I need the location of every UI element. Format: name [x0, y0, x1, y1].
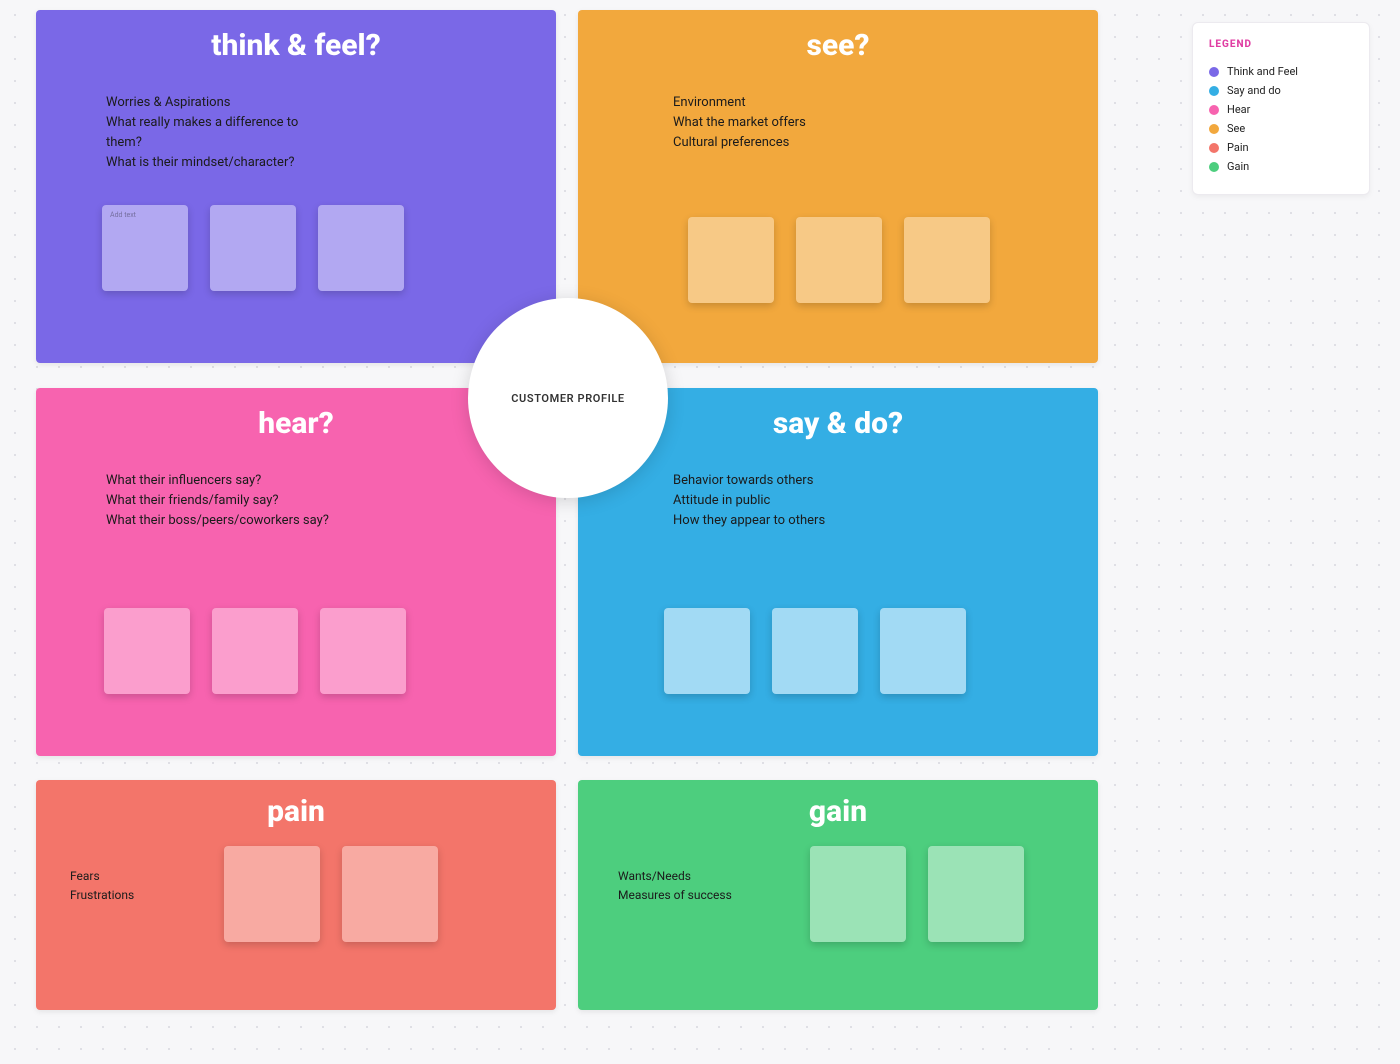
sticky-placeholder: Add text: [110, 211, 136, 219]
empathy-map-canvas[interactable]: think & feel? Worries & Aspirations What…: [36, 10, 1096, 1050]
quadrant-see[interactable]: see? Environment What the market offers …: [578, 10, 1098, 363]
sticky-note[interactable]: [772, 608, 858, 694]
legend-label: Say and do: [1227, 84, 1281, 97]
sticky-note[interactable]: [880, 608, 966, 694]
sticky-row: [104, 608, 406, 694]
prompt-line: Cultural preferences: [673, 133, 878, 153]
sticky-note[interactable]: [210, 205, 296, 291]
customer-profile-circle[interactable]: CUSTOMER PROFILE: [468, 298, 668, 498]
sticky-note[interactable]: [318, 205, 404, 291]
legend-item-see: See: [1209, 119, 1353, 138]
color-swatch-icon: [1209, 86, 1219, 96]
prompt-line: Worries & Aspirations: [106, 93, 336, 113]
quadrant-prompts: What their influencers say? What their f…: [36, 441, 336, 531]
legend-item-pain: Pain: [1209, 138, 1353, 157]
quadrant-title: think & feel?: [36, 10, 556, 63]
legend-item-gain: Gain: [1209, 157, 1353, 176]
color-swatch-icon: [1209, 67, 1219, 77]
legend-label: Think and Feel: [1227, 65, 1298, 78]
sticky-note[interactable]: [904, 217, 990, 303]
center-label: CUSTOMER PROFILE: [511, 392, 624, 405]
sticky-row: [664, 608, 966, 694]
sticky-note[interactable]: [212, 608, 298, 694]
sticky-note[interactable]: [664, 608, 750, 694]
quadrant-pain[interactable]: pain Fears Frustrations: [36, 780, 556, 1010]
legend-label: Pain: [1227, 141, 1249, 154]
legend-label: Hear: [1227, 103, 1250, 116]
quadrant-think-feel[interactable]: think & feel? Worries & Aspirations What…: [36, 10, 556, 363]
quadrant-title: pain: [36, 780, 556, 829]
prompt-line: How they appear to others: [673, 511, 878, 531]
color-swatch-icon: [1209, 124, 1219, 134]
prompt-line: What their friends/family say?: [106, 491, 336, 511]
sticky-note[interactable]: [104, 608, 190, 694]
quadrant-title: gain: [578, 780, 1098, 829]
color-swatch-icon: [1209, 105, 1219, 115]
legend-label: See: [1227, 122, 1245, 135]
quadrant-prompts: Environment What the market offers Cultu…: [578, 63, 878, 153]
legend-label: Gain: [1227, 160, 1249, 173]
sticky-note[interactable]: [224, 846, 320, 942]
legend-item-say-do: Say and do: [1209, 81, 1353, 100]
prompt-line: Attitude in public: [673, 491, 878, 511]
sticky-row: [224, 846, 438, 942]
prompt-line: Environment: [673, 93, 878, 113]
prompt-line: What really makes a difference to them?: [106, 113, 336, 153]
prompt-line: What their boss/peers/coworkers say?: [106, 511, 336, 531]
sticky-row: [810, 846, 1024, 942]
sticky-row: Add text: [102, 205, 404, 291]
sticky-note[interactable]: Add text: [102, 205, 188, 291]
sticky-note[interactable]: [342, 846, 438, 942]
sticky-note[interactable]: [688, 217, 774, 303]
legend-panel: LEGEND Think and Feel Say and do Hear Se…: [1192, 22, 1370, 195]
prompt-line: What their influencers say?: [106, 471, 336, 491]
prompt-line: Behavior towards others: [673, 471, 878, 491]
sticky-note[interactable]: [320, 608, 406, 694]
legend-item-think-feel: Think and Feel: [1209, 62, 1353, 81]
sticky-note[interactable]: [928, 846, 1024, 942]
quadrant-gain[interactable]: gain Wants/Needs Measures of success: [578, 780, 1098, 1010]
quadrant-title: see?: [578, 10, 1098, 63]
color-swatch-icon: [1209, 143, 1219, 153]
legend-title: LEGEND: [1209, 39, 1353, 50]
sticky-note[interactable]: [810, 846, 906, 942]
sticky-note[interactable]: [796, 217, 882, 303]
color-swatch-icon: [1209, 162, 1219, 172]
sticky-row: [688, 217, 990, 303]
prompt-line: What is their mindset/character?: [106, 153, 336, 173]
prompt-line: What the market offers: [673, 113, 878, 133]
legend-item-hear: Hear: [1209, 100, 1353, 119]
quadrant-prompts: Worries & Aspirations What really makes …: [36, 63, 336, 174]
